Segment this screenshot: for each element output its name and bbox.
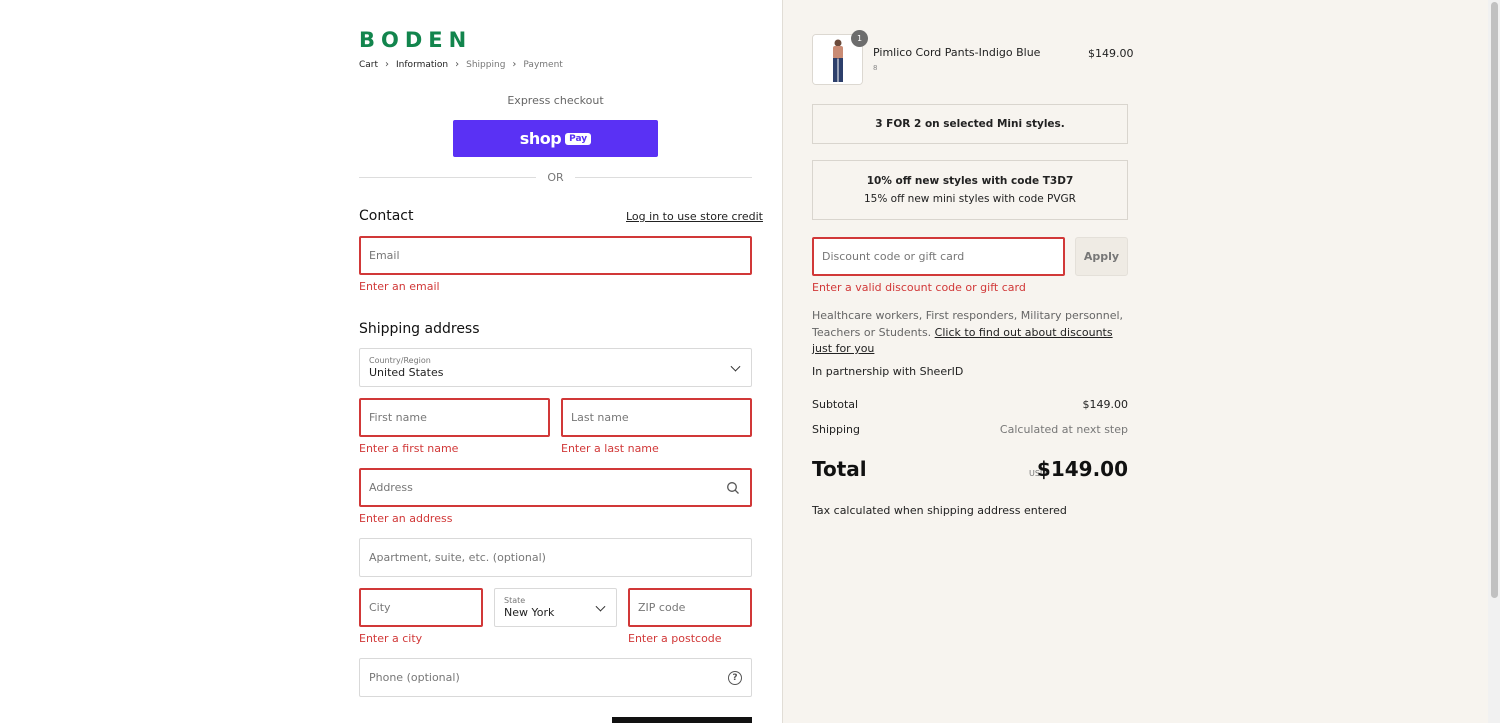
state-label: State: [504, 596, 526, 605]
address-placeholder: Address: [369, 481, 413, 494]
zip-placeholder: ZIP code: [638, 601, 686, 614]
breadcrumb-shipping: Shipping: [466, 59, 506, 70]
tax-note: Tax calculated when shipping address ent…: [812, 504, 1067, 517]
address-error: Enter an address: [359, 512, 453, 525]
shop-pay-badge: Pay: [565, 132, 592, 145]
subtotal-label: Subtotal: [812, 398, 859, 411]
contact-heading: Contact: [359, 208, 414, 224]
apartment-field[interactable]: Apartment, suite, etc. (optional): [359, 538, 752, 577]
shipping-address-heading: Shipping address: [359, 321, 480, 337]
chevron-down-icon: [595, 601, 606, 612]
state-value: New York: [504, 606, 555, 619]
subtotal-value: $149.00: [1082, 398, 1129, 411]
sheerid-discount-info: Healthcare workers, First responders, Mi…: [812, 308, 1132, 358]
divider-line: [574, 177, 752, 178]
promo-code-bold-text: 10% off new styles with code T3D7: [866, 175, 1074, 187]
login-store-credit-link[interactable]: Log in to use store credit: [626, 210, 763, 223]
product-price: $149.00: [1088, 47, 1134, 60]
chevron-down-icon: [730, 361, 741, 372]
city-error: Enter a city: [359, 632, 423, 645]
city-placeholder: City: [369, 601, 391, 614]
promo-code-text: 15% off new mini styles with code PVGR: [864, 193, 1076, 205]
or-divider: OR: [359, 171, 752, 184]
first-name-field[interactable]: First name: [359, 398, 550, 437]
shipping-label: Shipping: [812, 423, 860, 436]
shipping-value: Calculated at next step: [999, 423, 1128, 436]
shop-pay-button[interactable]: shop Pay: [453, 120, 658, 157]
page-scrollbar[interactable]: [1488, 0, 1500, 723]
last-name-error: Enter a last name: [561, 442, 659, 455]
breadcrumb-payment: Payment: [523, 59, 563, 70]
product-variant: 8: [873, 64, 878, 72]
product-name: Pimlico Cord Pants-Indigo Blue: [873, 46, 1041, 59]
zip-code-field[interactable]: ZIP code: [628, 588, 752, 627]
address-field[interactable]: Address: [359, 468, 752, 507]
search-icon: [727, 481, 739, 494]
or-label: OR: [547, 171, 564, 184]
country-select[interactable]: Country/Region United States: [359, 348, 752, 387]
breadcrumb-cart[interactable]: Cart: [359, 60, 378, 70]
discount-error: Enter a valid discount code or gift card: [812, 281, 1026, 294]
boden-logo[interactable]: BODEN: [359, 28, 472, 52]
first-name-placeholder: First name: [369, 411, 427, 424]
sheerid-partner-text: In partnership with SheerID: [812, 365, 964, 378]
continue-to-shipping-button[interactable]: [612, 717, 752, 723]
state-select[interactable]: State New York: [494, 588, 617, 627]
chevron-right-icon: ›: [385, 59, 390, 70]
shop-pay-logo-text: shop: [519, 129, 562, 148]
email-error: Enter an email: [359, 280, 440, 293]
breadcrumb-information: Information: [396, 59, 449, 70]
last-name-field[interactable]: Last name: [561, 398, 752, 437]
apply-discount-button[interactable]: Apply: [1075, 237, 1128, 276]
chevron-right-icon: ›: [455, 59, 460, 70]
discount-code-field[interactable]: Discount code or gift card: [812, 237, 1065, 276]
country-value: United States: [369, 366, 444, 379]
scrollbar-thumb[interactable]: [1491, 2, 1498, 598]
country-label: Country/Region: [369, 356, 431, 365]
checkout-form-panel: BODEN Cart › Information › Shipping › Pa…: [0, 0, 782, 723]
promo-banner-3for2: 3 FOR 2 on selected Mini styles.: [812, 104, 1128, 144]
zip-error: Enter a postcode: [628, 632, 722, 645]
last-name-placeholder: Last name: [571, 411, 629, 424]
express-checkout-label: Express checkout: [507, 94, 604, 107]
email-field[interactable]: Email: [359, 236, 752, 275]
first-name-error: Enter a first name: [359, 442, 459, 455]
apartment-placeholder: Apartment, suite, etc. (optional): [369, 551, 546, 564]
total-value: $149.00: [1036, 457, 1128, 481]
promo-3for2-text: 3 FOR 2 on selected Mini styles.: [875, 118, 1065, 130]
divider-line: [359, 177, 537, 178]
chevron-right-icon: ›: [512, 59, 517, 70]
email-placeholder: Email: [369, 249, 400, 262]
phone-field[interactable]: Phone (optional) ?: [359, 658, 752, 697]
phone-placeholder: Phone (optional): [369, 671, 460, 684]
city-field[interactable]: City: [359, 588, 483, 627]
discount-placeholder: Discount code or gift card: [822, 250, 965, 263]
help-icon[interactable]: ?: [728, 670, 742, 685]
quantity-badge: 1: [851, 30, 868, 47]
total-label: Total: [812, 457, 867, 481]
breadcrumb: Cart › Information › Shipping › Payment: [359, 59, 563, 70]
promo-banner-codes: 10% off new styles with code T3D7 15% of…: [812, 160, 1128, 220]
